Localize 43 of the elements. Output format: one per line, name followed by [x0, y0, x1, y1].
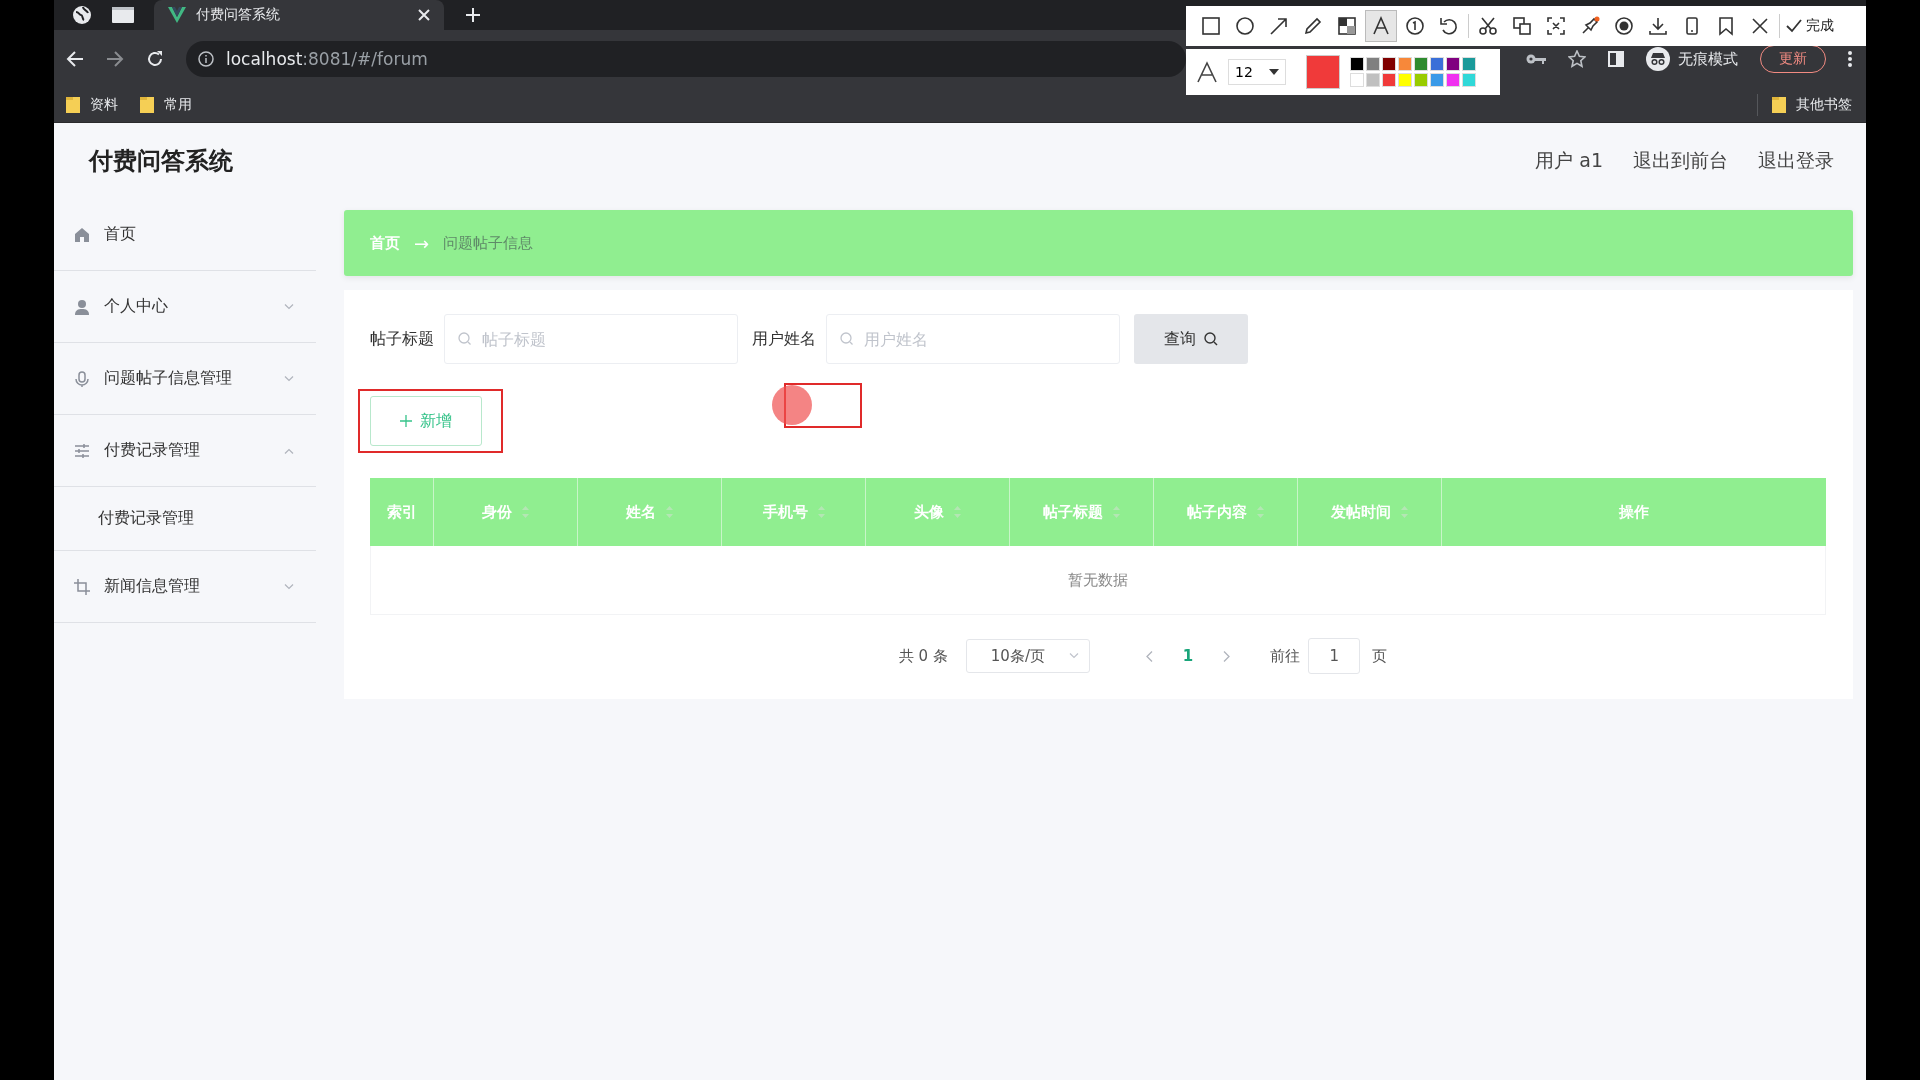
sidebar-subitem[interactable]: 付费记录管理: [54, 487, 316, 551]
column-label: 身份: [482, 502, 512, 522]
sidebar-item[interactable]: 问题帖子信息管理: [54, 343, 316, 415]
column-label: 姓名: [626, 502, 656, 522]
search-field[interactable]: 用户姓名: [826, 314, 1120, 364]
sidebar-item[interactable]: 个人中心: [54, 271, 316, 343]
address-field[interactable]: localhost:8081/#/forum: [186, 41, 1186, 77]
app-title: 付费问答系统: [89, 146, 233, 177]
page-size-select[interactable]: 10条/页: [965, 639, 1090, 673]
breadcrumb-separator: →: [414, 232, 430, 254]
header-link[interactable]: 退出登录: [1758, 148, 1834, 174]
browser-tab[interactable]: 付费问答系统: [154, 0, 444, 30]
column-label: 索引: [386, 502, 417, 522]
breadcrumb-current: 问题帖子信息: [443, 233, 534, 253]
tab-title: 付费问答系统: [196, 6, 281, 24]
empty-text: 暂无数据: [1068, 570, 1128, 590]
query-button[interactable]: 查询: [1134, 314, 1248, 364]
done-button[interactable]: 完成: [1784, 17, 1836, 35]
total-count: 共 0 条: [898, 646, 948, 666]
bookmark-item[interactable]: 常用: [140, 96, 192, 114]
search-field[interactable]: 帖子标题: [444, 314, 738, 364]
field-label: 用户姓名: [752, 328, 816, 350]
url-text: localhost:8081/#/forum: [226, 49, 428, 69]
page-input[interactable]: 1: [1308, 638, 1361, 674]
header-link[interactable]: 退出到前台: [1633, 148, 1728, 174]
column-label: 操作: [1619, 502, 1649, 522]
sidebar-item[interactable]: 付费记录管理: [54, 415, 316, 487]
column-label: 手机号: [762, 502, 808, 522]
sidebar-item[interactable]: 首页: [54, 199, 316, 271]
font-size-select[interactable]: 12: [1228, 59, 1286, 85]
field-label: 帖子标题: [370, 328, 434, 350]
column-label: 发帖时间: [1331, 502, 1391, 522]
sidebar-item[interactable]: 新闻信息管理: [54, 551, 316, 623]
bookmark-item[interactable]: 其他书签: [1772, 96, 1852, 114]
column-label: 帖子内容: [1187, 502, 1247, 522]
incognito-label: 无痕模式: [1678, 49, 1738, 69]
goto-label: 前往: [1270, 646, 1301, 666]
page-suffix: 页: [1372, 646, 1388, 666]
bookmark-item[interactable]: 资料: [66, 96, 118, 114]
header-link[interactable]: 用户 a1: [1535, 148, 1603, 174]
column-label: 帖子标题: [1043, 502, 1103, 522]
column-label: 头像: [914, 502, 944, 522]
update-button[interactable]: 更新: [1760, 45, 1826, 73]
